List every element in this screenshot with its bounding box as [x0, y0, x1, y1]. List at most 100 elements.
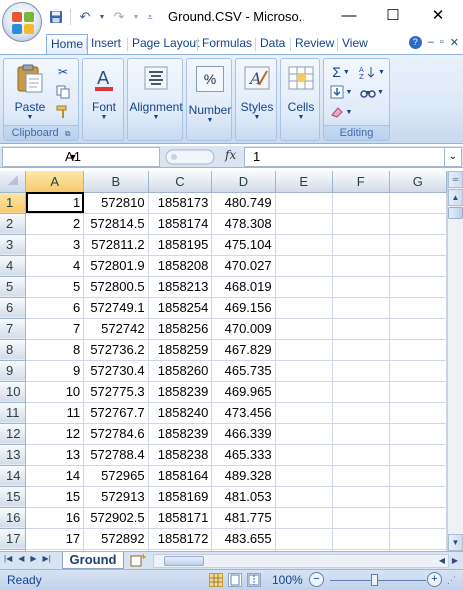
cell-a14[interactable]: 14: [25, 465, 85, 487]
cell-g13[interactable]: [389, 444, 447, 466]
cell-b16[interactable]: 572902.5: [83, 507, 149, 529]
cell-f4[interactable]: [332, 255, 390, 277]
cell-d3[interactable]: 475.104: [211, 234, 276, 256]
undo-icon[interactable]: ↶: [75, 7, 95, 27]
cell-f9[interactable]: [332, 360, 390, 382]
cell-g7[interactable]: [389, 318, 447, 340]
row-header[interactable]: 12: [0, 423, 27, 445]
paste-button[interactable]: Paste ▼: [6, 63, 54, 125]
cell-e14[interactable]: [275, 465, 333, 487]
column-header-f[interactable]: F: [332, 171, 390, 193]
page-layout-view-icon[interactable]: [228, 573, 242, 587]
workbook-restore-icon[interactable]: ▫: [440, 36, 444, 49]
cell-b2[interactable]: 572814.5: [83, 213, 149, 235]
cell-g14[interactable]: [389, 465, 447, 487]
row-header[interactable]: 6: [0, 297, 27, 319]
cell-c17[interactable]: 1858172: [148, 528, 213, 550]
cell-d1[interactable]: 480.749: [211, 192, 276, 214]
cell-e3[interactable]: [275, 234, 333, 256]
cell-e11[interactable]: [275, 402, 333, 424]
horizontal-scrollbar[interactable]: [153, 554, 449, 568]
cell-c5[interactable]: 1858213: [148, 276, 213, 298]
cell-e6[interactable]: [275, 297, 333, 319]
cell-g10[interactable]: [389, 381, 447, 403]
row-header[interactable]: 11: [0, 402, 27, 424]
find-select-icon[interactable]: ▼: [358, 83, 386, 101]
cell-c7[interactable]: 1858256: [148, 318, 213, 340]
cell-e1[interactable]: [275, 192, 333, 214]
cell-e16[interactable]: [275, 507, 333, 529]
cell-a4[interactable]: 4: [25, 255, 85, 277]
cell-a2[interactable]: 2: [25, 213, 85, 235]
cell-a7[interactable]: 7: [25, 318, 85, 340]
cell-f5[interactable]: [332, 276, 390, 298]
cell-d7[interactable]: 470.009: [211, 318, 276, 340]
cell-a10[interactable]: 10: [25, 381, 85, 403]
row-header[interactable]: 14: [0, 465, 27, 487]
cell-a15[interactable]: 15: [25, 486, 85, 508]
tab-review[interactable]: Review: [291, 34, 338, 54]
cell-f8[interactable]: [332, 339, 390, 361]
row-header[interactable]: 13: [0, 444, 27, 466]
cell-b7[interactable]: 572742: [83, 318, 149, 340]
cell-b4[interactable]: 572801.9: [83, 255, 149, 277]
cell-b1[interactable]: 572810: [83, 192, 149, 214]
cell-g6[interactable]: [389, 297, 447, 319]
cell-c1[interactable]: 1858173: [148, 192, 213, 214]
cell-a3[interactable]: 3: [25, 234, 85, 256]
vertical-scroll-thumb[interactable]: [448, 207, 463, 219]
zoom-slider[interactable]: [330, 580, 426, 581]
column-header-e[interactable]: E: [275, 171, 333, 193]
prev-sheet-icon[interactable]: ◀: [18, 554, 24, 563]
name-box-dropdown-icon[interactable]: ▼: [3, 148, 143, 166]
zoom-level[interactable]: 100%: [272, 573, 303, 587]
sort-filter-icon[interactable]: A Z ▼: [358, 63, 386, 81]
name-box[interactable]: A1 ▼: [2, 147, 160, 167]
cell-d12[interactable]: 466.339: [211, 423, 276, 445]
zoom-out-button[interactable]: −: [309, 572, 324, 587]
cell-g12[interactable]: [389, 423, 447, 445]
page-break-view-icon[interactable]: [247, 573, 261, 587]
cell-a12[interactable]: 12: [25, 423, 85, 445]
cell-a1[interactable]: 1: [25, 192, 85, 214]
tab-data[interactable]: Data: [256, 34, 289, 54]
cell-e13[interactable]: [275, 444, 333, 466]
cell-d4[interactable]: 470.027: [211, 255, 276, 277]
last-sheet-icon[interactable]: ▶|: [43, 554, 51, 563]
formula-input[interactable]: 1: [244, 147, 444, 167]
autosum-icon[interactable]: Σ ▼: [328, 63, 354, 81]
cell-b11[interactable]: 572767.7: [83, 402, 149, 424]
cell-a6[interactable]: 6: [25, 297, 85, 319]
tab-formulas[interactable]: Formulas: [198, 34, 256, 54]
cell-c16[interactable]: 1858171: [148, 507, 213, 529]
cell-f15[interactable]: [332, 486, 390, 508]
cell-e10[interactable]: [275, 381, 333, 403]
normal-view-icon[interactable]: [209, 573, 223, 587]
office-button[interactable]: [2, 2, 42, 42]
formula-bar-splitter-icon[interactable]: [165, 149, 215, 165]
insert-worksheet-icon[interactable]: [130, 554, 148, 567]
cell-e7[interactable]: [275, 318, 333, 340]
help-icon[interactable]: ?: [408, 36, 422, 49]
cell-c13[interactable]: 1858238: [148, 444, 213, 466]
cell-b15[interactable]: 572913: [83, 486, 149, 508]
cell-c8[interactable]: 1858259: [148, 339, 213, 361]
tab-view[interactable]: View: [338, 34, 372, 54]
cell-a9[interactable]: 9: [25, 360, 85, 382]
cell-c2[interactable]: 1858174: [148, 213, 213, 235]
tab-home[interactable]: Home: [46, 34, 89, 54]
maximize-button[interactable]: ☐: [370, 0, 416, 30]
column-header-a[interactable]: A: [25, 171, 85, 193]
cell-e17[interactable]: [275, 528, 333, 550]
first-sheet-icon[interactable]: |◀: [4, 554, 12, 563]
cell-b6[interactable]: 572749.1: [83, 297, 149, 319]
cell-c10[interactable]: 1858239: [148, 381, 213, 403]
scroll-up-icon[interactable]: ▲: [448, 189, 463, 206]
cell-c12[interactable]: 1858239: [148, 423, 213, 445]
cell-b8[interactable]: 572736.2: [83, 339, 149, 361]
cell-f2[interactable]: [332, 213, 390, 235]
cell-a5[interactable]: 5: [25, 276, 85, 298]
row-header[interactable]: 16: [0, 507, 27, 529]
cell-c9[interactable]: 1858260: [148, 360, 213, 382]
cut-icon[interactable]: ✂: [54, 63, 72, 81]
